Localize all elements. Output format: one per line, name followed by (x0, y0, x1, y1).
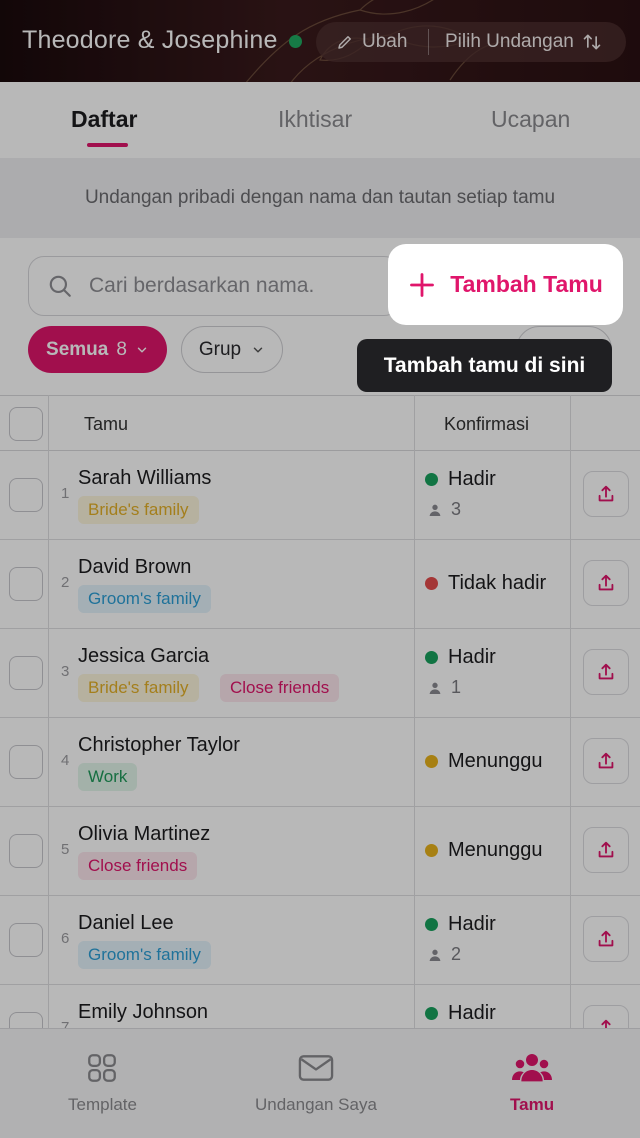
onboarding-tooltip: Tambah tamu di sini (357, 339, 612, 392)
add-guest-label: Tambah Tamu (450, 271, 603, 297)
onboarding-overlay[interactable] (0, 0, 640, 1138)
tooltip-text: Tambah tamu di sini (383, 353, 586, 377)
add-guest-button[interactable]: Tambah Tamu (388, 244, 623, 325)
plus-icon (410, 272, 435, 297)
